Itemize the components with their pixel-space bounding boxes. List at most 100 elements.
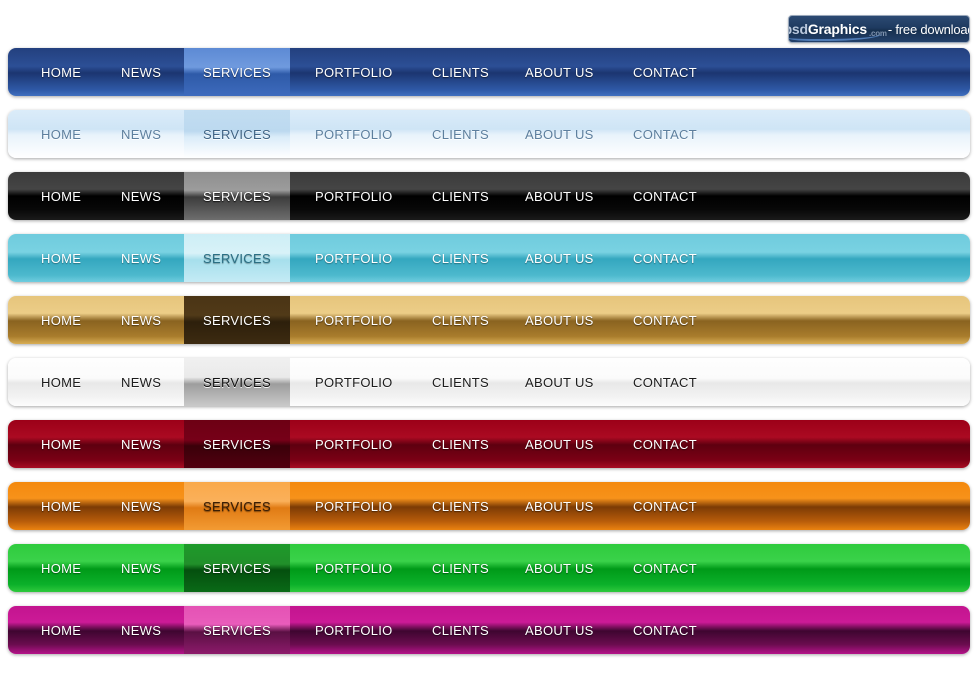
nav-item-home[interactable]: HOME [41, 172, 81, 220]
nav-item-home[interactable]: HOME [41, 296, 81, 344]
nav-item-label: ABOUT US [525, 436, 594, 452]
nav-item-home[interactable]: HOME [41, 234, 81, 282]
navbar-menu-list: HOME NEWS SERVICES PORTFOLIO CLIENTS ABOUT US… [8, 172, 970, 220]
nav-item-about-us[interactable]: ABOUT US [525, 482, 594, 530]
nav-item-portfolio[interactable]: PORTFOLIO [315, 172, 393, 220]
nav-item-clients[interactable]: CLIENTS [432, 172, 489, 220]
nav-item-about-us[interactable]: ABOUT US [525, 172, 594, 220]
nav-item-label: CLIENTS [432, 312, 490, 328]
nav-item-contact[interactable]: CONTACT [633, 606, 697, 654]
nav-item-clients[interactable]: CLIENTS [432, 48, 489, 96]
nav-item-label: PORTFOLIO [315, 560, 393, 576]
nav-item-label: CLIENTS [432, 622, 490, 638]
nav-item-contact[interactable]: CONTACT [633, 110, 697, 158]
nav-item-portfolio[interactable]: PORTFOLIO [315, 420, 393, 468]
nav-item-about-us[interactable]: ABOUT US [525, 48, 594, 96]
nav-item-clients[interactable]: CLIENTS [432, 420, 489, 468]
nav-item-news[interactable]: NEWS [121, 172, 161, 220]
nav-item-services[interactable]: SERVICES [184, 110, 290, 158]
nav-item-portfolio[interactable]: PORTFOLIO [315, 234, 393, 282]
nav-item-label: NEWS [121, 622, 162, 638]
nav-item-home[interactable]: HOME [41, 544, 81, 592]
nav-item-clients[interactable]: CLIENTS [432, 110, 489, 158]
nav-item-label: HOME [41, 436, 82, 452]
nav-item-news[interactable]: NEWS [121, 358, 161, 406]
navigation-bar-collection: HOME NEWS SERVICES PORTFOLIO CLIENTS ABOUT US… [8, 48, 970, 668]
nav-item-services[interactable]: SERVICES [184, 48, 290, 96]
nav-item-clients[interactable]: CLIENTS [432, 482, 489, 530]
nav-item-clients[interactable]: CLIENTS [432, 358, 489, 406]
nav-item-label: HOME [41, 560, 82, 576]
nav-item-news[interactable]: NEWS [121, 234, 161, 282]
nav-item-contact[interactable]: CONTACT [633, 234, 697, 282]
nav-item-about-us[interactable]: ABOUT US [525, 544, 594, 592]
nav-item-label: CONTACT [633, 374, 697, 390]
nav-item-label: SERVICES [203, 188, 271, 204]
nav-item-portfolio[interactable]: PORTFOLIO [315, 482, 393, 530]
nav-item-news[interactable]: NEWS [121, 482, 161, 530]
nav-item-contact[interactable]: CONTACT [633, 544, 697, 592]
navbar-gold: HOME NEWS SERVICES PORTFOLIO CLIENTS ABOUT US… [8, 296, 970, 344]
nav-item-contact[interactable]: CONTACT [633, 420, 697, 468]
navbar-menu-list: HOME NEWS SERVICES PORTFOLIO CLIENTS ABOUT US… [8, 606, 970, 654]
nav-item-home[interactable]: HOME [41, 358, 81, 406]
navbar-menu-list: HOME NEWS SERVICES PORTFOLIO CLIENTS ABOUT US… [8, 296, 970, 344]
nav-item-services[interactable]: SERVICES [184, 296, 290, 344]
nav-item-contact[interactable]: CONTACT [633, 358, 697, 406]
nav-item-label: ABOUT US [525, 188, 594, 204]
nav-item-services[interactable]: SERVICES [184, 544, 290, 592]
nav-item-label: SERVICES [203, 560, 271, 576]
nav-item-label: SERVICES [203, 498, 271, 514]
nav-item-label: PORTFOLIO [315, 188, 393, 204]
navbar-light-blue: HOME NEWS SERVICES PORTFOLIO CLIENTS ABOUT US… [8, 110, 970, 158]
nav-item-news[interactable]: NEWS [121, 48, 161, 96]
nav-item-contact[interactable]: CONTACT [633, 172, 697, 220]
psdgraphics-watermark-logo: psdGraphics.com- free download [788, 15, 970, 43]
nav-item-about-us[interactable]: ABOUT US [525, 234, 594, 282]
navbar-green: HOME NEWS SERVICES PORTFOLIO CLIENTS ABOUT US… [8, 544, 970, 592]
nav-item-home[interactable]: HOME [41, 48, 81, 96]
nav-item-services[interactable]: SERVICES [184, 358, 290, 406]
nav-item-portfolio[interactable]: PORTFOLIO [315, 48, 393, 96]
nav-item-clients[interactable]: CLIENTS [432, 544, 489, 592]
nav-item-home[interactable]: HOME [41, 482, 81, 530]
nav-item-portfolio[interactable]: PORTFOLIO [315, 544, 393, 592]
nav-item-label: PORTFOLIO [315, 436, 393, 452]
nav-item-contact[interactable]: CONTACT [633, 482, 697, 530]
nav-item-label: ABOUT US [525, 312, 594, 328]
nav-item-news[interactable]: NEWS [121, 544, 161, 592]
nav-item-label: HOME [41, 374, 82, 390]
nav-item-label: SERVICES [203, 436, 271, 452]
nav-item-home[interactable]: HOME [41, 606, 81, 654]
nav-item-about-us[interactable]: ABOUT US [525, 606, 594, 654]
nav-item-about-us[interactable]: ABOUT US [525, 110, 594, 158]
nav-item-portfolio[interactable]: PORTFOLIO [315, 110, 393, 158]
nav-item-services[interactable]: SERVICES [184, 482, 290, 530]
nav-item-services[interactable]: SERVICES [184, 172, 290, 220]
nav-item-portfolio[interactable]: PORTFOLIO [315, 358, 393, 406]
nav-item-news[interactable]: NEWS [121, 296, 161, 344]
nav-item-portfolio[interactable]: PORTFOLIO [315, 296, 393, 344]
nav-item-clients[interactable]: CLIENTS [432, 296, 489, 344]
nav-item-services[interactable]: SERVICES [184, 420, 290, 468]
nav-item-label: SERVICES [203, 312, 271, 328]
nav-item-about-us[interactable]: ABOUT US [525, 358, 594, 406]
nav-item-label: CLIENTS [432, 250, 490, 266]
nav-item-news[interactable]: NEWS [121, 110, 161, 158]
nav-item-about-us[interactable]: ABOUT US [525, 420, 594, 468]
nav-item-clients[interactable]: CLIENTS [432, 234, 489, 282]
nav-item-services[interactable]: SERVICES [184, 606, 290, 654]
nav-item-news[interactable]: NEWS [121, 606, 161, 654]
nav-item-news[interactable]: NEWS [121, 420, 161, 468]
nav-item-contact[interactable]: CONTACT [633, 48, 697, 96]
nav-item-home[interactable]: HOME [41, 110, 81, 158]
nav-item-home[interactable]: HOME [41, 420, 81, 468]
nav-item-clients[interactable]: CLIENTS [432, 606, 489, 654]
nav-item-services[interactable]: SERVICES [184, 234, 290, 282]
nav-item-label: NEWS [121, 126, 162, 142]
nav-item-contact[interactable]: CONTACT [633, 296, 697, 344]
nav-item-label: CONTACT [633, 64, 697, 80]
nav-item-about-us[interactable]: ABOUT US [525, 296, 594, 344]
nav-item-portfolio[interactable]: PORTFOLIO [315, 606, 393, 654]
watermark-free-download-text: - free download [887, 22, 970, 37]
